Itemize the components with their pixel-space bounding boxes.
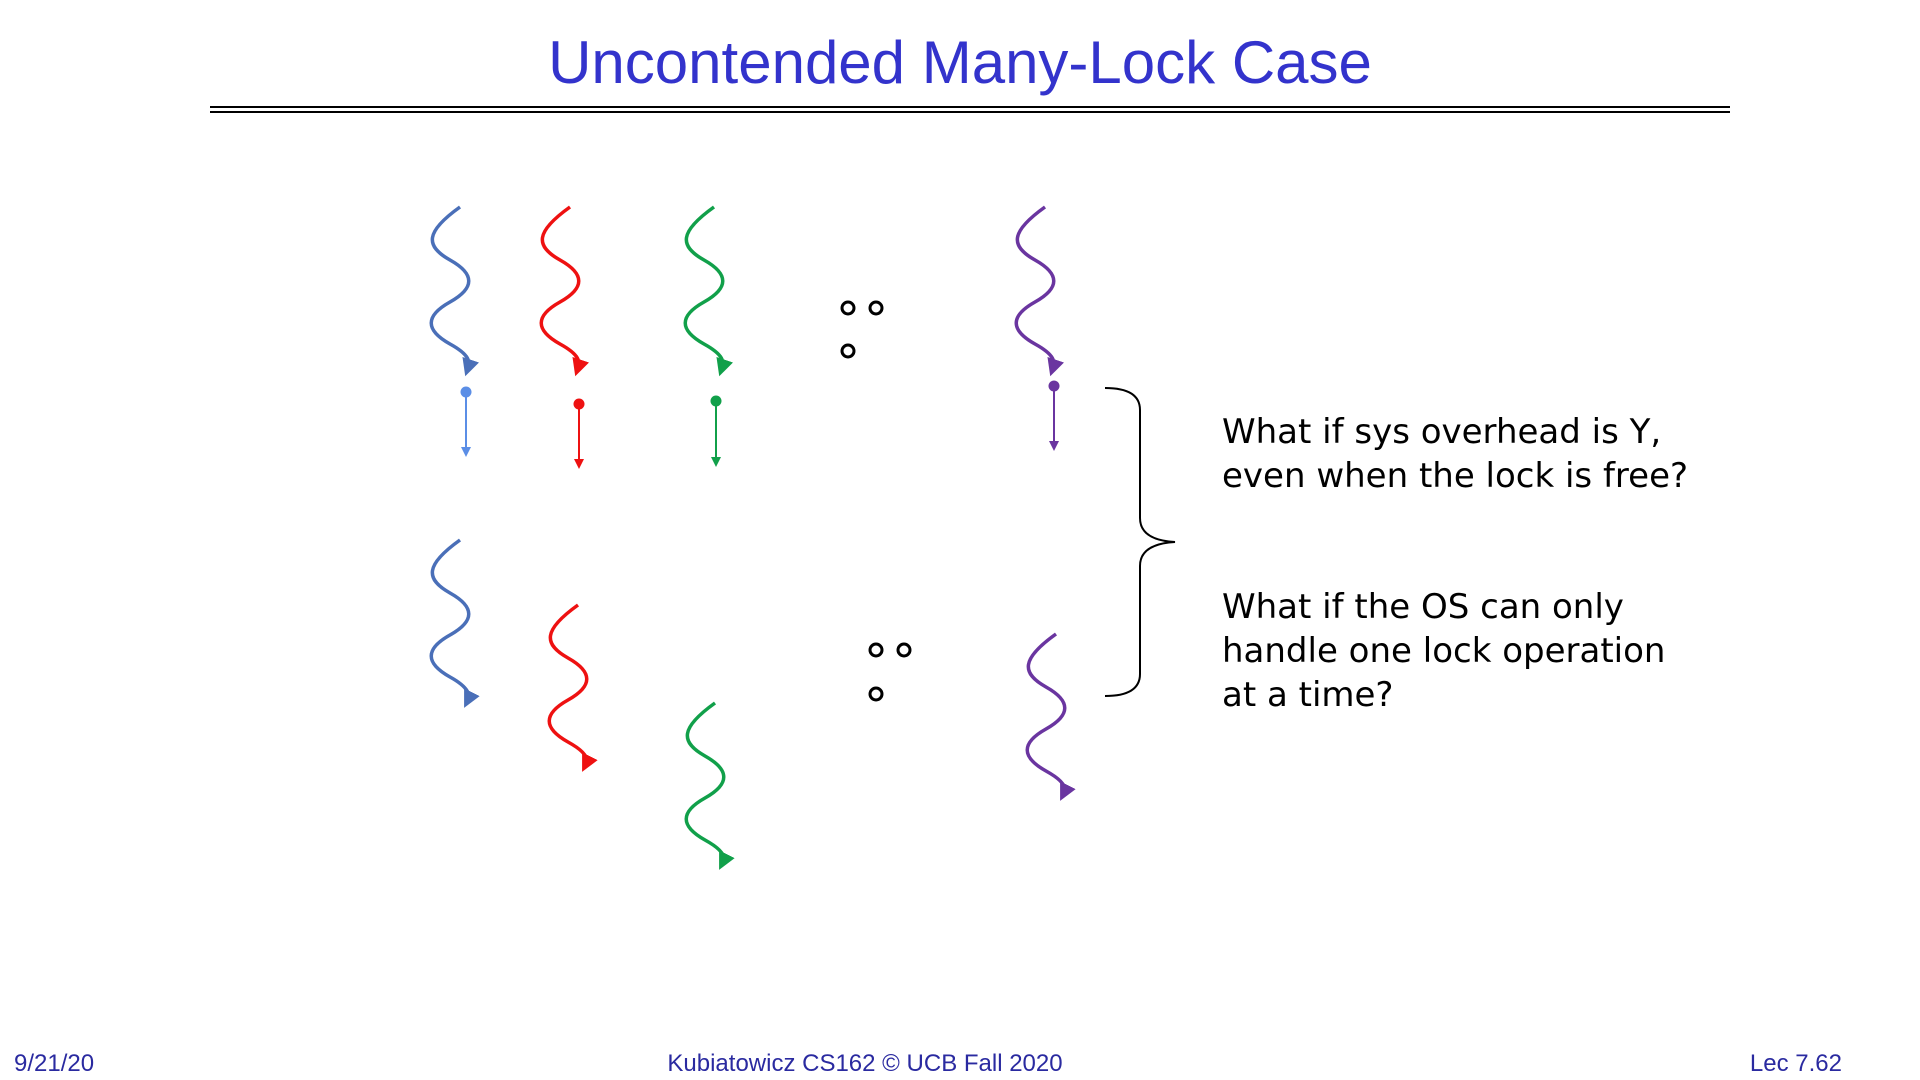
question-one-lock-op: What if the OS can only handle one lock … <box>1222 587 1666 715</box>
thread-red-top-wave <box>539 205 590 377</box>
question-sys-overhead: What if sys overhead is Y, even when the… <box>1222 412 1689 496</box>
thread-diagram <box>429 205 1176 870</box>
lock-op-green <box>710 395 722 467</box>
lock-op-purple <box>1048 380 1060 451</box>
thread-purple-bottom-wave <box>1025 632 1076 801</box>
lock-op-red <box>573 398 585 469</box>
thread-blue-bottom-wave <box>429 538 480 708</box>
thread-green-bottom-wave <box>684 701 735 870</box>
thread-green-top-wave <box>683 205 734 377</box>
thread-purple-top-wave <box>1014 205 1065 377</box>
lock-op-blue <box>460 386 472 457</box>
footer-course: Kubiatowicz CS162 © UCB Fall 2020 <box>667 1050 1063 1077</box>
ellipsis-dots-top <box>840 300 884 359</box>
ellipsis-dots-bottom <box>868 642 912 702</box>
footer-lecture: Lec 7.62 <box>1749 1050 1842 1077</box>
thread-blue-top-wave <box>429 205 480 377</box>
slide: Uncontended Many-Lock Case What if sys o… <box>0 0 1920 1080</box>
curly-brace <box>1104 387 1176 697</box>
thread-red-bottom-wave <box>547 603 598 772</box>
